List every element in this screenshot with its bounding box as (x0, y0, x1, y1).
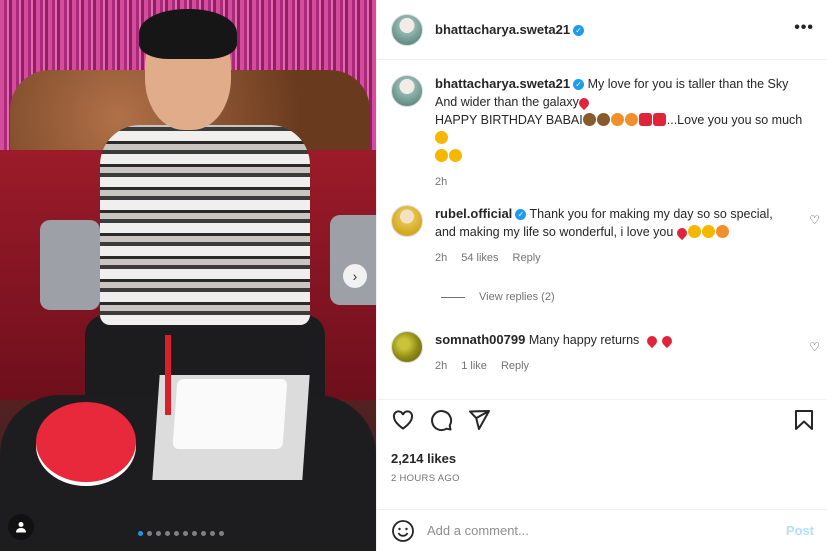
post-comment-button[interactable]: Post (786, 523, 814, 538)
comment-age[interactable]: 2h (435, 249, 447, 267)
comment-body: somnath00799 Many happy returns 2h 1 lik… (435, 331, 674, 375)
caption-line: And wider than the galaxy (435, 95, 579, 109)
comment-likes[interactable]: 54 likes (461, 249, 498, 267)
verified-badge-icon: ✓ (515, 209, 527, 221)
cushion (40, 220, 100, 310)
person (85, 9, 325, 425)
avatar[interactable] (391, 75, 423, 107)
comment-input[interactable]: Add a comment... (427, 523, 786, 538)
heart-eyes-emoji-icon (435, 131, 448, 144)
carousel-dot (210, 531, 215, 536)
caption-line: HAPPY BIRTHDAY BABAI (435, 113, 583, 127)
comment-likes[interactable]: 1 like (461, 357, 487, 375)
comments-list: bhattacharya.sweta21 ✓ My love for you is… (377, 61, 827, 399)
comment: rubel.official ✓ Thank you for making my … (391, 205, 811, 267)
post-photo: › (0, 0, 376, 551)
red-heart-icon (659, 333, 674, 349)
carousel-next-button[interactable]: › (343, 264, 367, 288)
like-count[interactable]: 2,214 likes (391, 451, 456, 466)
comment: somnath00799 Many happy returns 2h 1 lik… (391, 331, 811, 375)
caption-line: My love for you is taller than the Sky (587, 77, 789, 91)
comment-username[interactable]: somnath00799 (435, 332, 525, 347)
gift-emoji-icon (638, 113, 652, 126)
more-options-icon[interactable]: ••• (794, 19, 814, 37)
red-heart-icon (644, 333, 659, 349)
post-time[interactable]: 2 HOURS AGO (391, 473, 460, 484)
post-sidebar: bhattacharya.sweta21 ✓ ••• bhattacharya.s… (376, 0, 827, 551)
action-icons (391, 408, 491, 432)
cake-emoji-icon (610, 113, 624, 126)
avatar[interactable] (391, 205, 423, 237)
comment-composer: Add a comment... Post (377, 509, 827, 551)
comment-bubble-icon[interactable] (429, 408, 453, 432)
post-actions: 2,214 likes 2 HOURS AGO (377, 399, 827, 509)
cushion (330, 215, 376, 305)
like-comment-heart-icon[interactable]: ♡ (809, 340, 820, 354)
carousel-dot (183, 531, 188, 536)
caption-age[interactable]: 2h (435, 173, 447, 191)
verified-badge-icon: ✓ (573, 79, 585, 91)
caption-username[interactable]: bhattacharya.sweta21 (435, 76, 570, 91)
tagged-users-button[interactable] (8, 514, 34, 540)
carousel-dot (201, 531, 206, 536)
cake-emoji-icon (582, 113, 596, 126)
caption: bhattacharya.sweta21 ✓ My love for you is… (391, 75, 811, 191)
reply-button[interactable]: Reply (501, 357, 529, 375)
comment-username[interactable]: rubel.official (435, 206, 512, 221)
white-cake-top (172, 379, 288, 449)
carousel-dot (138, 531, 143, 536)
comment-body: rubel.official ✓ Thank you for making my … (435, 205, 795, 267)
heart-eyes-emoji-icon (701, 225, 715, 238)
emoji-picker-icon[interactable] (391, 519, 415, 543)
heart-eyes-emoji-icon (449, 149, 462, 162)
view-replies-line (441, 296, 465, 298)
post-header: bhattacharya.sweta21 ✓ ••• (377, 0, 827, 60)
kiss-emoji-icon (435, 149, 448, 162)
carousel-dot (219, 531, 224, 536)
avatar[interactable] (391, 13, 423, 46)
carousel-dot (147, 531, 152, 536)
caption-meta: 2h (435, 173, 811, 191)
save-bookmark-icon[interactable] (792, 408, 816, 432)
comment-meta: 2h 54 likes Reply (435, 249, 795, 267)
comment-text: Many happy returns (528, 333, 640, 347)
person-shirt (100, 125, 310, 325)
view-replies-label[interactable]: View replies (2) (479, 291, 555, 303)
reply-button[interactable]: Reply (513, 249, 541, 267)
chevron-right-icon: › (352, 268, 358, 284)
comment-age[interactable]: 2h (435, 357, 447, 375)
user-icon (16, 522, 26, 533)
post-modal: › bhattacharya.sweta21 ✓ ••• bhattachary… (0, 0, 827, 551)
carousel-indicator (138, 531, 224, 536)
cake-emoji-icon (596, 113, 610, 126)
red-heart-icon (674, 225, 689, 241)
red-cake (36, 402, 136, 482)
verified-badge-icon: ✓ (573, 25, 585, 37)
share-send-icon[interactable] (467, 408, 491, 432)
view-replies[interactable]: View replies (2) (441, 291, 555, 303)
post-author-username[interactable]: bhattacharya.sweta21 (435, 22, 570, 37)
header-username-wrap: bhattacharya.sweta21 ✓ (435, 22, 585, 37)
carousel-dot (165, 531, 170, 536)
carousel-dot (192, 531, 197, 536)
kiss-emoji-icon (687, 225, 701, 238)
caption-body: bhattacharya.sweta21 ✓ My love for you is… (435, 75, 811, 191)
carousel-dot (174, 531, 179, 536)
person-hair (139, 9, 237, 59)
avatar[interactable] (391, 331, 423, 363)
smiling-hearts-emoji-icon (715, 225, 729, 238)
cake-emoji-icon (624, 113, 638, 126)
caption-line: ...Love you you so much (666, 113, 803, 127)
comment-meta: 2h 1 like Reply (435, 357, 673, 375)
carousel-dot (156, 531, 161, 536)
like-heart-icon[interactable] (391, 408, 415, 432)
like-comment-heart-icon[interactable]: ♡ (809, 213, 820, 227)
candle (165, 335, 171, 415)
white-cake (152, 375, 310, 480)
gift-emoji-icon (652, 113, 666, 126)
